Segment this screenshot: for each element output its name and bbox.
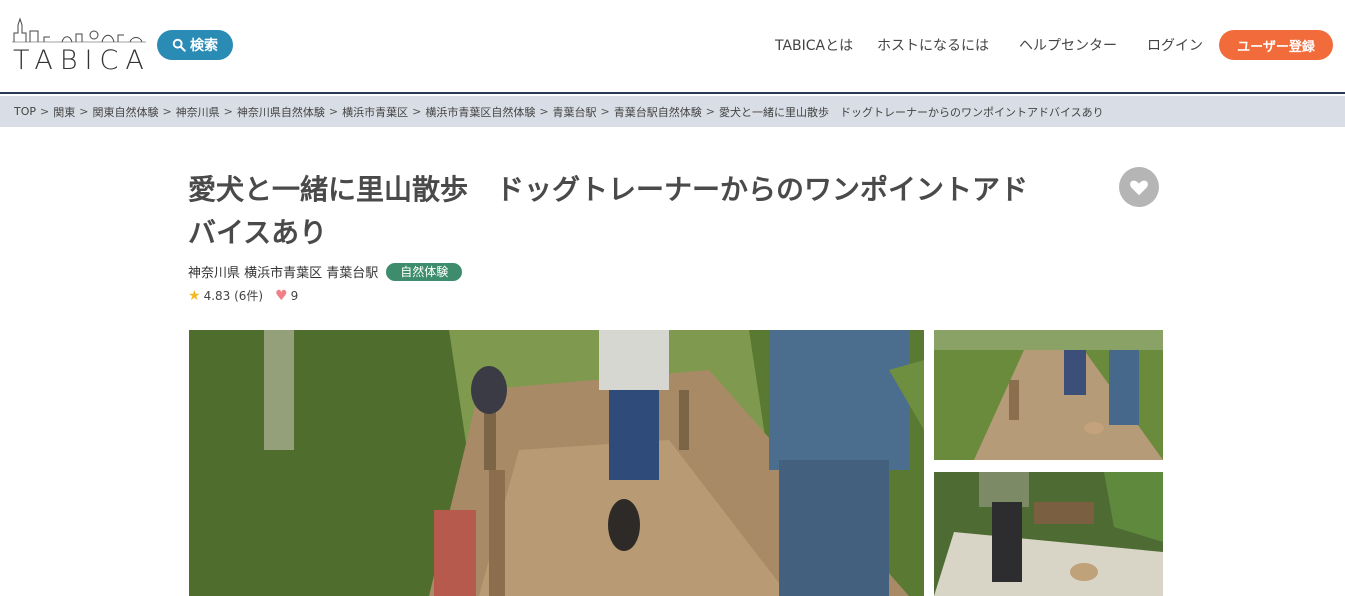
photo-thumbnail-2[interactable] [934, 472, 1163, 596]
location-text[interactable]: 神奈川県 横浜市青葉区 青葉台駅 [188, 262, 378, 281]
breadcrumb-separator: > [705, 105, 715, 118]
breadcrumb-item[interactable]: TOP [14, 105, 36, 118]
location-row: 神奈川県 横浜市青葉区 青葉台駅 自然体験 [188, 262, 463, 281]
heart-icon: ♥ [275, 287, 288, 304]
site-header: TABICA 検索 TABICAとは ホストになるには ヘルプセンター ログイン… [0, 0, 1345, 94]
breadcrumb-item[interactable]: 関東 [53, 104, 75, 120]
category-badge[interactable]: 自然体験 [386, 262, 463, 281]
photo-thumbnail-1[interactable] [934, 330, 1163, 460]
nav-about-tabica[interactable]: TABICAとは [775, 35, 853, 55]
signup-button[interactable]: ユーザー登録 [1219, 30, 1333, 60]
search-button-label: 検索 [190, 38, 218, 54]
breadcrumb-separator: > [328, 105, 339, 118]
main-photo[interactable] [189, 330, 924, 596]
star-icon: ★ [188, 287, 201, 304]
breadcrumb-separator: > [539, 105, 549, 118]
forest-path-thumbnail [934, 330, 1163, 460]
page-title-line2: バイスあり [188, 216, 328, 249]
breadcrumb-current: 愛犬と一緒に里山散歩 ドッグトレーナーからのワンポイントアドバイスあり [718, 105, 1104, 119]
breadcrumb-separator: > [223, 105, 233, 118]
skyline-icon [12, 17, 146, 43]
breadcrumb-item[interactable]: 神奈川県 [176, 104, 220, 120]
breadcrumb-separator: > [40, 105, 50, 118]
breadcrumb-item[interactable]: 神奈川県自然体験 [237, 104, 325, 120]
breadcrumb: TOP > 関東 > 関東自然体験 > 神奈川県 > 神奈川県自然体験 > 横浜市青葉区 >… [0, 96, 1345, 127]
breadcrumb-item[interactable]: 横浜市青葉区自然体験 [425, 104, 535, 120]
breadcrumb-separator: > [79, 105, 89, 118]
breadcrumb-item[interactable]: 青葉台駅自然体験 [614, 104, 702, 120]
heart-icon [1130, 180, 1148, 196]
rating-value: 4.83 [203, 288, 231, 303]
breadcrumb-separator: > [162, 105, 172, 118]
favorites-count: 9 [290, 288, 299, 303]
rating-row: ★ 4.83 (6件) ♥ 9 [188, 287, 298, 304]
favorite-button[interactable] [1119, 167, 1159, 207]
breadcrumb-separator: > [600, 105, 610, 118]
breadcrumb-item[interactable]: 横浜市青葉区 [342, 104, 408, 120]
breadcrumb-item[interactable]: 関東自然体験 [92, 104, 158, 120]
breadcrumb-item[interactable]: 青葉台駅 [553, 104, 597, 120]
woodland-trail-thumbnail [934, 472, 1163, 596]
breadcrumb-separator: > [412, 105, 422, 118]
page-title-line1: 愛犬と一緒に里山散歩 ドッグトレーナーからのワンポイントアド [188, 173, 1029, 206]
tabica-logo[interactable]: TABICA [12, 15, 146, 76]
forest-walk-image [189, 330, 924, 596]
page-title: 愛犬と一緒に里山散歩 ドッグトレーナーからのワンポイントアド バイスあり [188, 168, 1108, 254]
logo-wordmark: TABICA [13, 45, 151, 76]
nav-become-host[interactable]: ホストになるには [877, 35, 989, 55]
review-count[interactable]: (6件) [234, 287, 263, 304]
search-button[interactable]: 検索 [157, 30, 233, 60]
nav-login[interactable]: ログイン [1147, 35, 1203, 55]
nav-help-center[interactable]: ヘルプセンター [1019, 35, 1117, 55]
search-icon [172, 38, 186, 52]
